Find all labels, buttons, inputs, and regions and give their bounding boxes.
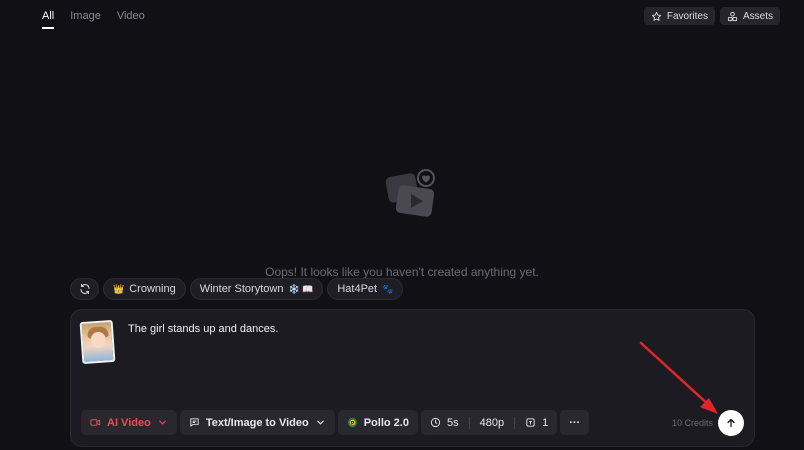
tab-video[interactable]: Video bbox=[117, 10, 145, 29]
model-selector[interactable]: P Pollo 2.0 bbox=[337, 410, 418, 435]
task-type-dropdown[interactable]: Text/Image to Video bbox=[179, 410, 335, 435]
output-count-value: 1 bbox=[542, 416, 549, 429]
ai-video-mode-dropdown[interactable]: AI Video bbox=[81, 410, 177, 435]
clock-icon bbox=[430, 417, 441, 428]
refresh-icon bbox=[80, 284, 89, 294]
reference-image-thumbnail[interactable] bbox=[79, 319, 116, 365]
video-settings-group[interactable]: 5s 480p 1 bbox=[420, 410, 558, 435]
crown-icon: 👑 bbox=[113, 283, 125, 294]
generation-toolbar: AI Video Text/Image to Video P Pollo 2.0… bbox=[81, 410, 590, 435]
generate-button[interactable] bbox=[718, 410, 744, 436]
tab-all[interactable]: All bbox=[42, 10, 55, 29]
empty-state-message: Oops! It looks like you haven't created … bbox=[265, 265, 539, 279]
snowflake-book-icon: ❄️ 📖 bbox=[288, 283, 314, 294]
chat-image-icon bbox=[190, 418, 199, 427]
prompt-input[interactable]: The girl stands up and dances. bbox=[128, 323, 278, 335]
more-options-button[interactable]: ··· bbox=[560, 410, 590, 435]
assets-button[interactable]: Assets bbox=[719, 7, 780, 25]
chevron-down-icon bbox=[158, 420, 166, 425]
arrow-up-icon bbox=[727, 418, 735, 428]
divider bbox=[468, 416, 470, 429]
paw-icon: 🐾 bbox=[382, 283, 394, 294]
chip-crowning[interactable]: 👑 Crowning bbox=[103, 278, 186, 300]
tab-image[interactable]: Image bbox=[70, 10, 101, 29]
chip-winter-storytown[interactable]: Winter Storytown ❄️ 📖 bbox=[189, 278, 324, 300]
chip-label: Crowning bbox=[129, 283, 176, 295]
task-label: Text/Image to Video bbox=[205, 416, 309, 429]
duration-value: 5s bbox=[446, 416, 459, 429]
mode-label: AI Video bbox=[107, 416, 151, 429]
model-label: Pollo 2.0 bbox=[363, 416, 409, 429]
pollo-logo-icon: P bbox=[347, 417, 357, 428]
counter-icon bbox=[526, 418, 535, 427]
chip-hat4pet[interactable]: Hat4Pet 🐾 bbox=[327, 278, 404, 300]
header-actions: Favorites Assets bbox=[643, 7, 780, 25]
chip-label: Winter Storytown bbox=[199, 283, 284, 295]
favorites-button[interactable]: Favorites bbox=[643, 7, 715, 25]
credits-cost: 10 Credits bbox=[671, 418, 713, 428]
favorites-label: Favorites bbox=[666, 10, 708, 22]
more-icon: ··· bbox=[569, 416, 581, 429]
video-camera-icon bbox=[90, 419, 101, 426]
media-tabs: All Image Video bbox=[42, 10, 145, 29]
prompt-composer: The girl stands up and dances. AI Video … bbox=[70, 309, 755, 447]
divider bbox=[514, 416, 516, 429]
preset-chips: 👑 Crowning Winter Storytown ❄️ 📖 Hat4Pet… bbox=[70, 278, 404, 300]
assets-icon bbox=[727, 11, 738, 21]
chip-label: Hat4Pet bbox=[337, 283, 378, 295]
chevron-down-icon bbox=[316, 420, 324, 425]
star-icon bbox=[651, 11, 661, 21]
refresh-presets-button[interactable] bbox=[70, 278, 99, 300]
resolution-value: 480p bbox=[479, 416, 505, 429]
empty-gallery-icon bbox=[385, 169, 435, 217]
assets-label: Assets bbox=[742, 10, 773, 22]
